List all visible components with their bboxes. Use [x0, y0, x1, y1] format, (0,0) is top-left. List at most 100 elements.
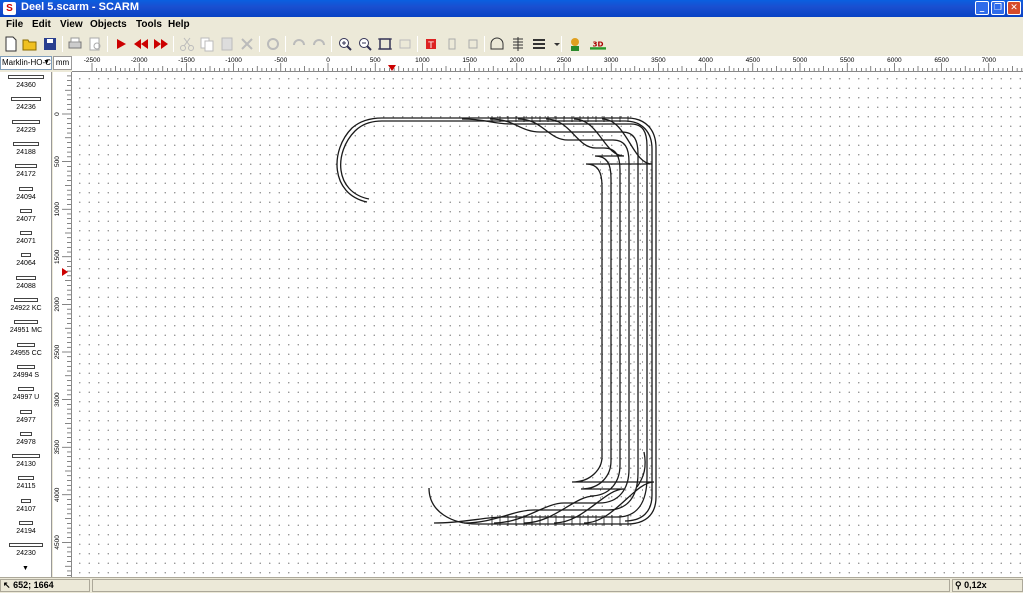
library-item-label: 24994 S — [12, 371, 40, 379]
tunnel-icon[interactable] — [489, 36, 505, 52]
flex-track-icon[interactable] — [444, 36, 460, 52]
menu-bar: File Edit View Objects Tools Help — [0, 17, 1023, 33]
close-button[interactable]: ✕ — [1007, 1, 1021, 15]
paste-icon[interactable] — [219, 36, 235, 52]
library-item[interactable]: 24188 — [0, 139, 51, 161]
new-icon[interactable] — [3, 36, 19, 52]
scroll-down-icon[interactable]: ▼ — [22, 565, 29, 572]
track-siding[interactable] — [493, 118, 630, 524]
track-siding[interactable] — [553, 118, 625, 524]
track-siding[interactable] — [433, 118, 648, 524]
height-icon[interactable] — [465, 36, 481, 52]
library-item[interactable]: 24064 — [0, 250, 51, 272]
fast-forward-icon[interactable] — [153, 36, 169, 52]
layers-icon[interactable] — [531, 36, 547, 52]
ruler-tick-label: 500 — [54, 156, 61, 167]
library-item-label: 24955 CC — [10, 349, 42, 357]
menu-help[interactable]: Help — [168, 19, 190, 30]
library-item[interactable]: 24977 — [0, 407, 51, 429]
menu-file[interactable]: File — [6, 19, 23, 30]
app-icon[interactable]: S — [3, 2, 16, 15]
zoom-out-icon[interactable] — [357, 36, 373, 52]
track-tool-icon[interactable]: T — [423, 36, 439, 52]
library-item-label: 24230 — [16, 550, 36, 558]
ruler-tick-label: 3500 — [54, 440, 61, 455]
ruler-tick-label: 2000 — [54, 297, 61, 312]
library-item[interactable]: 24077 — [0, 206, 51, 228]
fit-icon[interactable] — [377, 36, 393, 52]
library-item-label: 24077 — [16, 215, 36, 223]
copy-icon[interactable] — [199, 36, 215, 52]
ruler-tick-label: 6500 — [934, 57, 949, 64]
menu-edit[interactable]: Edit — [32, 19, 51, 30]
library-item[interactable]: 24955 CC — [0, 340, 51, 362]
library-item[interactable]: 24229 — [0, 117, 51, 139]
track-piece-icon — [11, 97, 41, 102]
rewind-icon[interactable] — [133, 36, 149, 52]
menu-tools[interactable]: Tools — [136, 19, 162, 30]
run-icon[interactable] — [113, 36, 129, 52]
library-item[interactable]: 24172 — [0, 161, 51, 183]
ruler-tick-label: 500 — [370, 57, 381, 64]
library-item[interactable]: 24360 — [0, 72, 51, 94]
undo-icon[interactable] — [291, 36, 307, 52]
library-item[interactable]: 24951 MC — [0, 317, 51, 339]
delete-icon[interactable] — [239, 36, 255, 52]
print-preview-icon[interactable] — [87, 36, 103, 52]
library-item[interactable]: 24088 — [0, 273, 51, 295]
library-item[interactable]: 24194 — [0, 518, 51, 540]
library-item[interactable]: 24230 — [0, 540, 51, 562]
minimize-button[interactable]: _ — [975, 1, 989, 15]
library-item[interactable]: 24997 U — [0, 384, 51, 406]
avatar-icon[interactable] — [567, 36, 583, 52]
zoom-in-icon[interactable] — [337, 36, 353, 52]
library-item[interactable]: 24094 — [0, 184, 51, 206]
library-item[interactable]: 24978 — [0, 429, 51, 451]
ruler-tick-label: 5500 — [840, 57, 855, 64]
view-3d-icon[interactable]: 3D — [590, 36, 610, 52]
ruler-tick-label: 4500 — [54, 535, 61, 550]
track-piece-icon — [20, 431, 32, 436]
track-rail[interactable] — [340, 120, 653, 522]
library-select[interactable]: Marklin-HO-C ▼ — [0, 56, 52, 70]
ruler-tick-label: 4000 — [698, 57, 713, 64]
zoom-value: 0,12x — [964, 580, 987, 590]
track-piece-icon — [14, 298, 38, 302]
cut-icon[interactable] — [179, 36, 195, 52]
track-piece-icon — [20, 409, 32, 414]
layout-canvas[interactable] — [72, 72, 1023, 577]
redo-icon[interactable] — [311, 36, 327, 52]
rotate-icon[interactable] — [265, 36, 281, 52]
library-item-label: 24997 U — [12, 394, 40, 402]
library-item[interactable]: 24130 — [0, 451, 51, 473]
svg-text:3D: 3D — [593, 39, 604, 48]
cursor-icon: ↖ — [3, 580, 11, 590]
save-icon[interactable] — [42, 36, 58, 52]
coordinates-display: ↖ 652; 1664 — [0, 579, 90, 592]
track-outer[interactable] — [336, 117, 657, 525]
library-item[interactable]: 24236 — [0, 94, 51, 116]
library-item[interactable]: 24107 — [0, 496, 51, 518]
library-item[interactable]: 24071 — [0, 228, 51, 250]
track-siding[interactable] — [463, 118, 639, 524]
ballast-icon[interactable] — [510, 36, 526, 52]
track-piece-icon — [18, 387, 34, 392]
track-piece-icon — [14, 320, 38, 325]
library-item-label: 24107 — [16, 505, 36, 513]
library-item[interactable]: 24922 KC — [0, 295, 51, 317]
chevron-down-icon[interactable] — [549, 36, 560, 52]
track-siding[interactable] — [571, 118, 655, 524]
print-icon[interactable] — [67, 36, 83, 52]
library-item[interactable]: 24115 — [0, 473, 51, 495]
menu-view[interactable]: View — [60, 19, 83, 30]
library-item[interactable]: 24994 S — [0, 362, 51, 384]
track-siding[interactable] — [523, 118, 621, 524]
track-piece-icon — [17, 342, 35, 347]
open-icon[interactable] — [22, 36, 38, 52]
library-item-label: 24071 — [16, 238, 36, 246]
zoom-window-icon[interactable] — [397, 36, 413, 52]
menu-objects[interactable]: Objects — [90, 19, 127, 30]
maximize-button[interactable]: ❐ — [991, 1, 1005, 15]
library-item-label: 24951 MC — [9, 327, 43, 335]
track-piece-icon — [13, 141, 39, 146]
